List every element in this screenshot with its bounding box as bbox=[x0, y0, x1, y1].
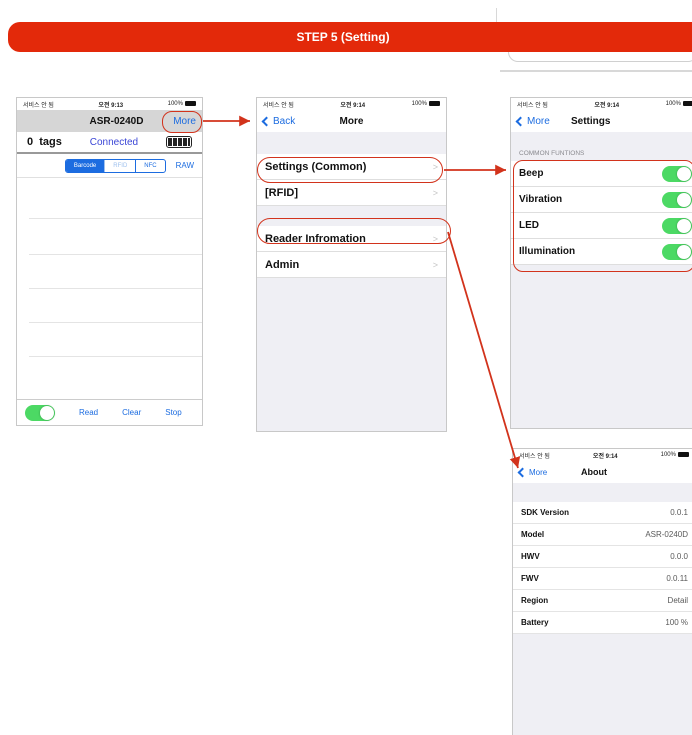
stop-button[interactable]: Stop bbox=[165, 408, 181, 417]
battery-indicator: 100% bbox=[168, 100, 196, 107]
battery-indicator: 100% bbox=[412, 100, 440, 107]
raw-button[interactable]: RAW bbox=[176, 161, 194, 170]
more-callout bbox=[162, 111, 202, 133]
info-row: Region Detail bbox=[513, 590, 692, 612]
mode-segmented-control: Barcode RFID NFC bbox=[64, 158, 166, 173]
status-bar: 서비스 안 됨 오전 9:14 100% bbox=[513, 449, 692, 461]
nav-bar: More About bbox=[513, 461, 692, 483]
battery-icon bbox=[682, 100, 692, 106]
menu-item-admin[interactable]: Admin > bbox=[257, 252, 446, 278]
battery-icon bbox=[677, 451, 689, 457]
carrier-label: 서비스 안 됨 bbox=[23, 102, 54, 109]
chevron-left-icon bbox=[515, 116, 526, 126]
divider bbox=[496, 8, 497, 22]
page-title: Settings bbox=[571, 115, 611, 127]
battery-icon bbox=[428, 100, 440, 106]
tab-barcode[interactable]: Barcode bbox=[65, 159, 105, 172]
battery-icon bbox=[166, 136, 192, 148]
back-button[interactable]: Back bbox=[261, 110, 295, 132]
info-row: Battery 100 % bbox=[513, 612, 692, 634]
tag-count: 0 tags bbox=[27, 136, 62, 148]
read-button[interactable]: Read bbox=[79, 408, 98, 417]
battery-indicator: 100% bbox=[661, 451, 689, 458]
page-title: ASR-0240D bbox=[89, 115, 144, 127]
back-button[interactable]: More bbox=[515, 110, 550, 132]
page-title: More bbox=[339, 115, 364, 127]
status-time: 오전 9:14 bbox=[594, 102, 620, 109]
nav-bar: More Settings bbox=[511, 110, 692, 132]
more-screen: 서비스 안 됨 오전 9:14 100% Back More Settings … bbox=[256, 97, 447, 432]
settings-list-callout bbox=[513, 160, 692, 272]
status-bar: 서비스 안 됨 오전 9:13 100% bbox=[17, 98, 202, 110]
nav-bar: Back More bbox=[257, 110, 446, 132]
tab-nfc[interactable]: NFC bbox=[135, 159, 164, 172]
status-time: 오전 9:14 bbox=[340, 102, 366, 109]
tag-list bbox=[17, 178, 202, 368]
tab-rfid[interactable]: RFID bbox=[104, 159, 135, 172]
settings-callout bbox=[257, 157, 443, 183]
about-screen: 서비스 안 됨 오전 9:14 100% More About SDK Vers… bbox=[512, 448, 692, 735]
reader-info-callout bbox=[257, 218, 451, 244]
battery-indicator: 100% bbox=[666, 100, 692, 107]
back-button[interactable]: More bbox=[517, 461, 547, 483]
status-bar: 서비스 안 됨 오전 9:14 100% bbox=[511, 98, 692, 110]
status-row: 0 tags Connected bbox=[17, 132, 202, 154]
page-title: About bbox=[581, 467, 607, 477]
chevron-left-icon bbox=[517, 467, 528, 477]
info-row: FWV 0.0.11 bbox=[513, 568, 692, 590]
mode-bar: Barcode RFID NFC RAW bbox=[17, 154, 202, 178]
status-time: 오전 9:14 bbox=[592, 453, 618, 460]
status-time: 오전 9:13 bbox=[98, 102, 124, 109]
divider bbox=[500, 70, 692, 72]
carrier-label: 서비스 안 됨 bbox=[519, 453, 550, 460]
carrier-label: 서비스 안 됨 bbox=[263, 102, 294, 109]
info-row: HWV 0.0.0 bbox=[513, 546, 692, 568]
clear-button[interactable]: Clear bbox=[122, 408, 141, 417]
step-banner: STEP 5 (Setting) bbox=[8, 22, 692, 52]
chevron-right-icon: > bbox=[432, 187, 438, 198]
read-toggle[interactable] bbox=[25, 404, 55, 421]
status-bar: 서비스 안 됨 오전 9:14 100% bbox=[257, 98, 446, 110]
chevron-right-icon: > bbox=[432, 259, 438, 270]
main-screen: 서비스 안 됨 오전 9:13 100% ASR-0240D More 0 ta… bbox=[16, 97, 203, 426]
chevron-left-icon bbox=[261, 116, 272, 126]
bottom-toolbar: Read Clear Stop bbox=[17, 399, 202, 425]
connection-status: Connected bbox=[89, 136, 139, 148]
arrow-to-about bbox=[447, 231, 521, 469]
menu-item-rfid[interactable]: [RFID] > bbox=[257, 180, 446, 206]
info-row: Model ASR-0240D bbox=[513, 524, 692, 546]
info-row: SDK Version 0.0.1 bbox=[513, 502, 692, 524]
battery-icon bbox=[184, 100, 196, 106]
about-list: SDK Version 0.0.1 Model ASR-0240D HWV 0.0.0… bbox=[513, 483, 692, 735]
carrier-label: 서비스 안 됨 bbox=[517, 102, 548, 109]
